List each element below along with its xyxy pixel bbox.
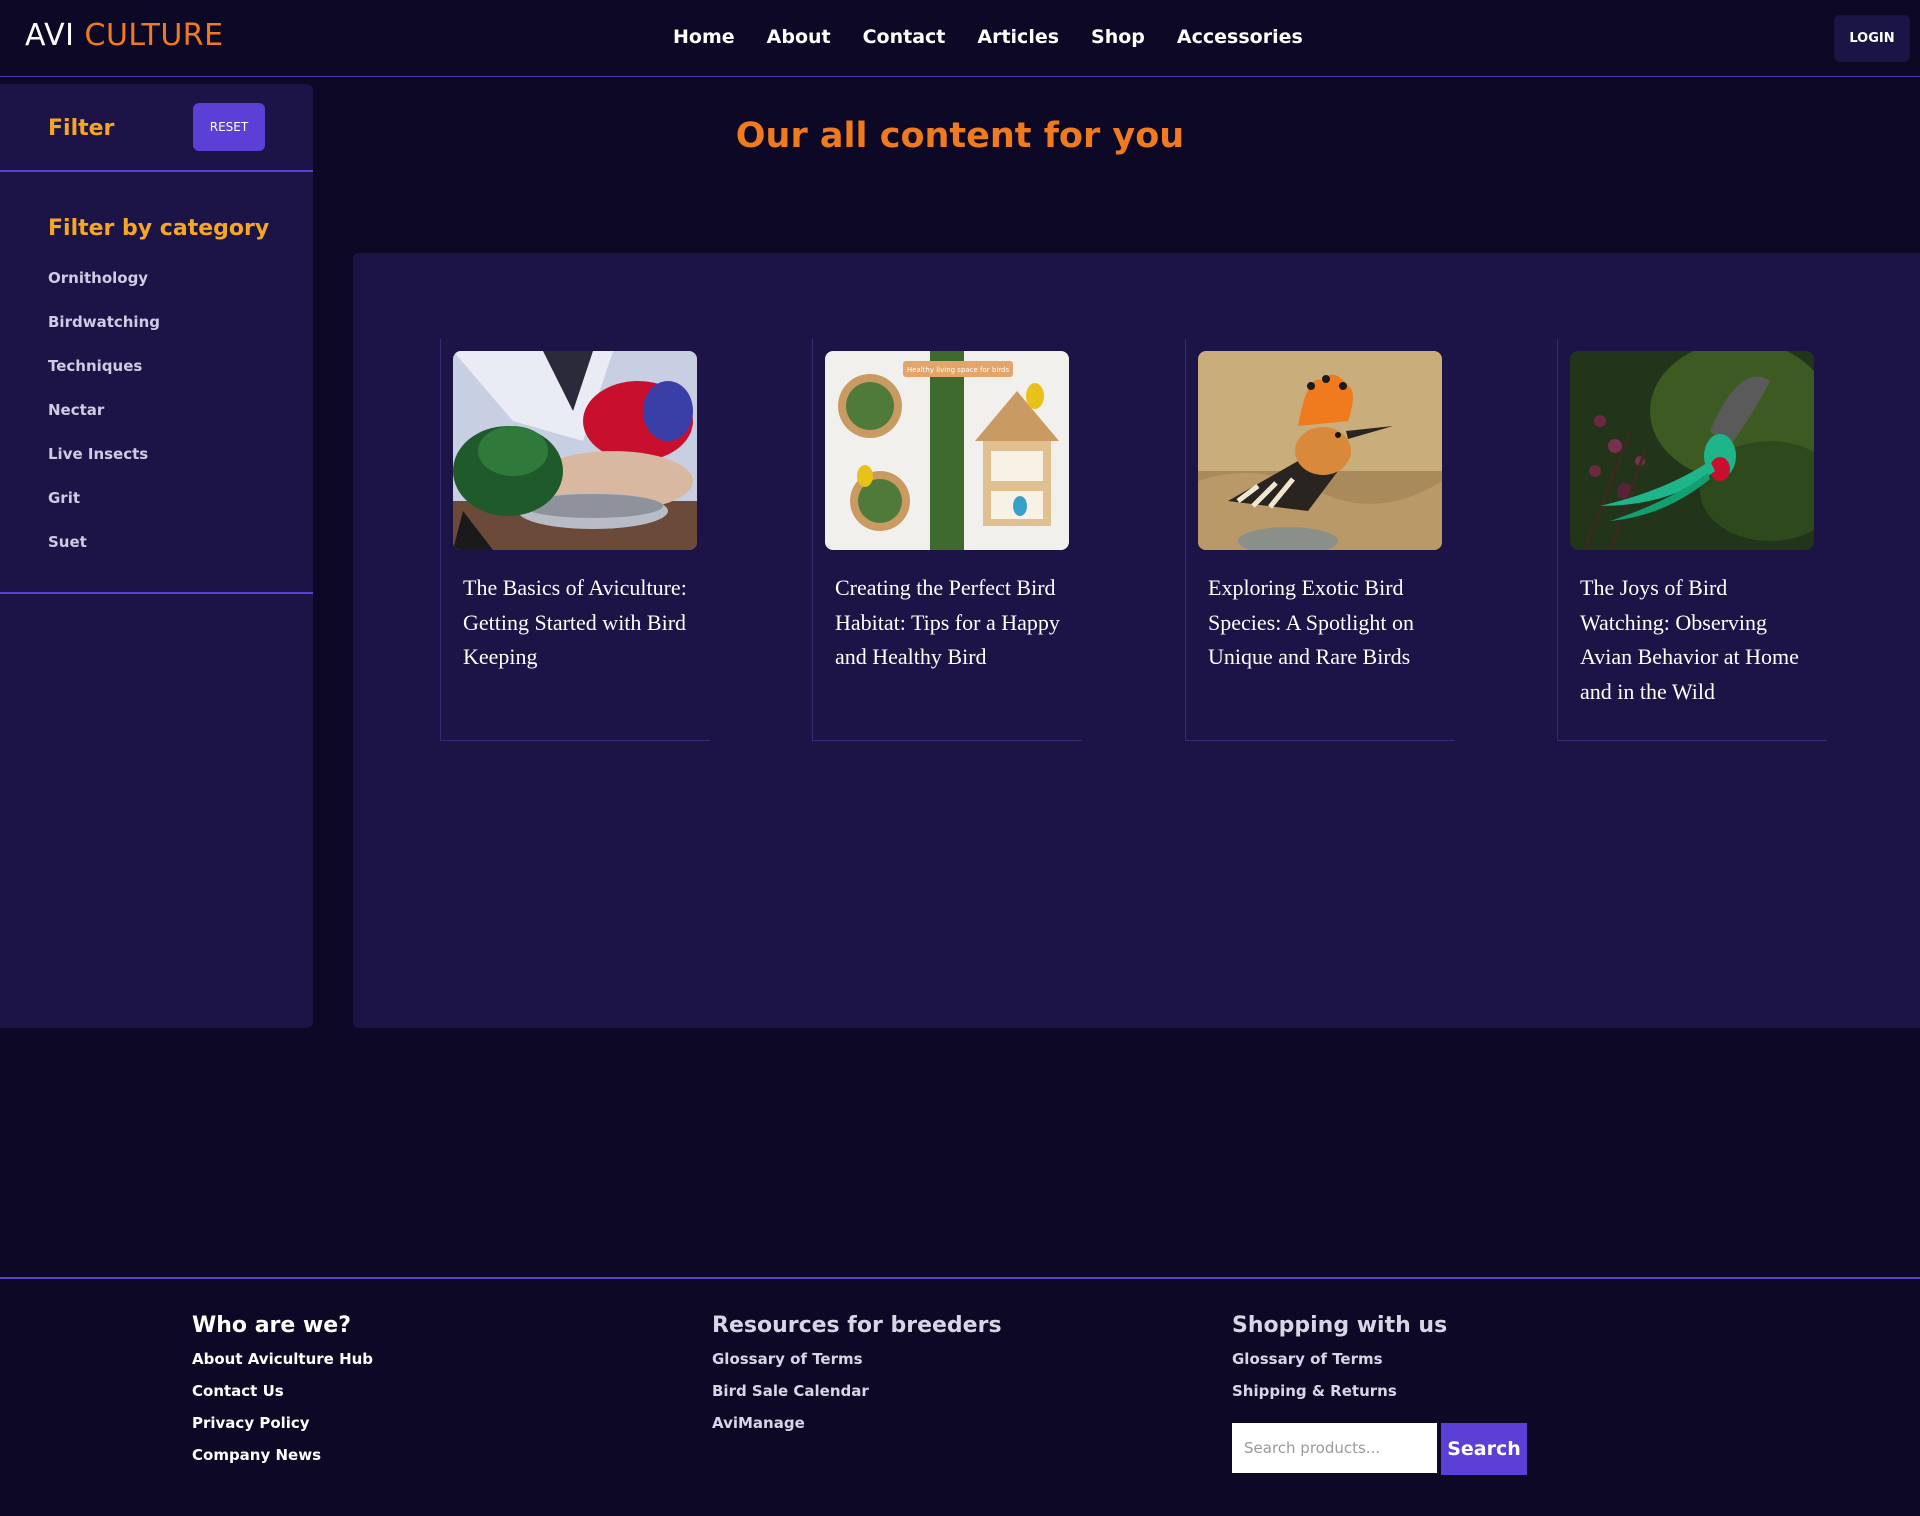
footer-link-contact[interactable]: Contact Us [192, 1382, 373, 1414]
svg-text:Healthy living space for birds: Healthy living space for birds [907, 366, 1010, 374]
article-title[interactable]: The Basics of Aviculture: Getting Starte… [463, 571, 698, 675]
footer-link-sale-calendar[interactable]: Bird Sale Calendar [712, 1382, 1002, 1414]
footer-link-glossary[interactable]: Glossary of Terms [712, 1350, 1002, 1382]
logo-text-culture: CULTURE [84, 18, 224, 53]
reset-filter-button[interactable]: RESET [193, 103, 265, 151]
nav-articles[interactable]: Articles [977, 26, 1059, 48]
category-suet[interactable]: Suet [48, 533, 160, 577]
nav-home[interactable]: Home [673, 26, 735, 48]
article-card[interactable]: The Basics of Aviculture: Getting Starte… [440, 339, 710, 741]
nav-contact[interactable]: Contact [863, 26, 946, 48]
product-search: Search [1232, 1423, 1527, 1475]
filter-sidebar: Filter RESET Filter by category Ornithol… [0, 84, 313, 1028]
main-nav: Home About Contact Articles Shop Accesso… [673, 26, 1303, 48]
search-input[interactable] [1232, 1423, 1437, 1473]
site-header: AVI CULTURE Home About Contact Articles … [0, 0, 1920, 77]
footer-heading: Shopping with us [1232, 1313, 1448, 1338]
quetzal-image[interactable] [1570, 351, 1814, 550]
nav-shop[interactable]: Shop [1091, 26, 1145, 48]
category-birdwatching[interactable]: Birdwatching [48, 313, 160, 357]
category-list: Ornithology Birdwatching Techniques Nect… [48, 269, 160, 577]
filter-title: Filter [48, 116, 115, 141]
footer-link-glossary[interactable]: Glossary of Terms [1232, 1350, 1447, 1382]
category-ornithology[interactable]: Ornithology [48, 269, 160, 313]
footer-link-news[interactable]: Company News [192, 1446, 373, 1478]
filter-category-title: Filter by category [48, 216, 270, 241]
parrots-feeding-image[interactable] [453, 351, 697, 550]
category-nectar[interactable]: Nectar [48, 401, 160, 445]
nav-about[interactable]: About [767, 26, 831, 48]
footer-link-avimanage[interactable]: AviManage [712, 1414, 1002, 1446]
hoopoe-image[interactable] [1198, 351, 1442, 550]
footer-col-shopping: Shopping with us Glossary of Terms Shipp… [1232, 1313, 1447, 1414]
article-card[interactable]: The Joys of Bird Watching: Observing Avi… [1557, 339, 1827, 741]
site-footer: Who are we? About Aviculture Hub Contact… [0, 1277, 1920, 1516]
login-button[interactable]: LOGIN [1834, 15, 1910, 62]
article-title[interactable]: The Joys of Bird Watching: Observing Avi… [1580, 571, 1815, 709]
category-grit[interactable]: Grit [48, 489, 160, 533]
page-title: Our all content for you [735, 116, 1185, 156]
nav-accessories[interactable]: Accessories [1177, 26, 1303, 48]
article-card[interactable]: Exploring Exotic Bird Species: A Spotlig… [1185, 339, 1455, 741]
article-title[interactable]: Creating the Perfect Bird Habitat: Tips … [835, 571, 1070, 675]
sidebar-divider [0, 592, 313, 594]
category-techniques[interactable]: Techniques [48, 357, 160, 401]
footer-link-shipping[interactable]: Shipping & Returns [1232, 1382, 1447, 1414]
search-button[interactable]: Search [1441, 1423, 1527, 1475]
filter-header: Filter RESET [0, 84, 313, 172]
logo-text-avi: AVI [25, 18, 75, 53]
article-card[interactable]: Healthy living space for birds Creating … [812, 339, 1082, 741]
footer-heading: Who are we? [192, 1313, 351, 1338]
footer-link-privacy[interactable]: Privacy Policy [192, 1414, 373, 1446]
site-logo[interactable]: AVI CULTURE [25, 18, 224, 53]
footer-col-about: Who are we? About Aviculture Hub Contact… [192, 1313, 373, 1478]
category-live-insects[interactable]: Live Insects [48, 445, 160, 489]
footer-heading: Resources for breeders [712, 1313, 1002, 1338]
bird-habitat-image[interactable]: Healthy living space for birds [825, 351, 1069, 550]
article-title[interactable]: Exploring Exotic Bird Species: A Spotlig… [1208, 571, 1443, 675]
footer-link-about[interactable]: About Aviculture Hub [192, 1350, 373, 1382]
footer-col-resources: Resources for breeders Glossary of Terms… [712, 1313, 1002, 1446]
